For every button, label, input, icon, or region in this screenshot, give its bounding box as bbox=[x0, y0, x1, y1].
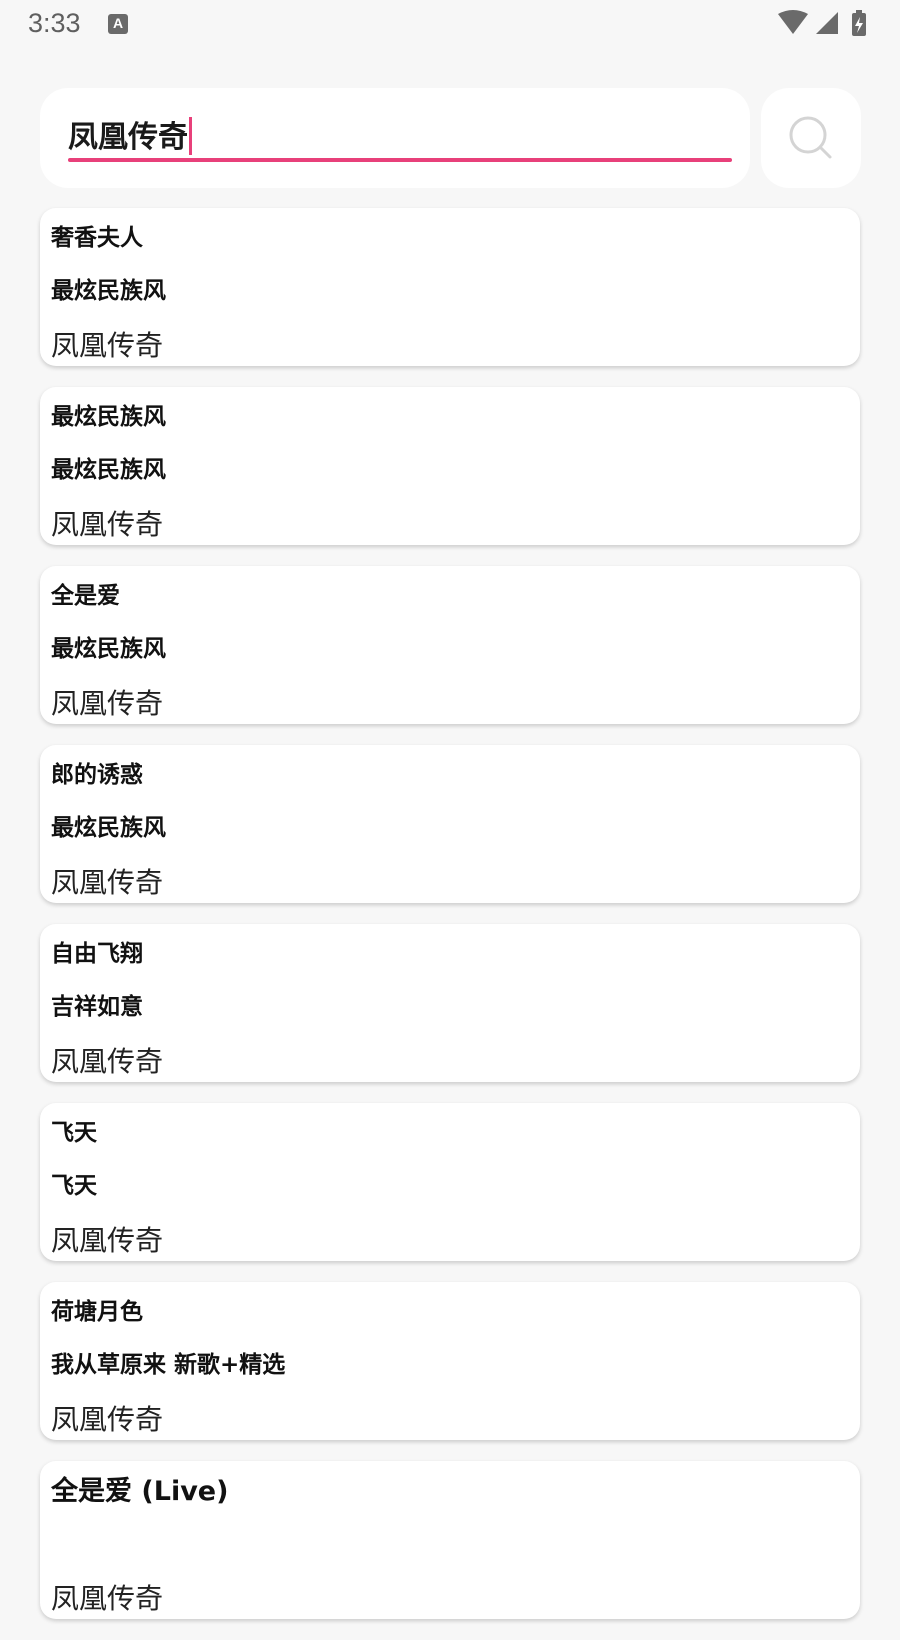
song-artist: 凤凰传奇 bbox=[51, 1045, 164, 1078]
song-result-card[interactable]: 全是爱 (Live) 凤凰传奇 bbox=[40, 1461, 860, 1619]
song-artist: 凤凰传奇 bbox=[51, 866, 164, 899]
song-title: 郎的诱惑 bbox=[51, 762, 143, 788]
song-artist: 凤凰传奇 bbox=[51, 1224, 164, 1257]
song-title: 全是爱 (Live) bbox=[51, 1476, 229, 1507]
song-title: 飞天 bbox=[51, 1120, 97, 1146]
song-artist: 凤凰传奇 bbox=[51, 1403, 164, 1436]
song-album: 吉祥如意 bbox=[51, 994, 143, 1020]
song-title: 最炫民族风 bbox=[51, 404, 166, 430]
search-input[interactable]: 凤凰传奇 bbox=[68, 112, 708, 155]
song-result-card[interactable]: 郎的诱惑 最炫民族风 凤凰传奇 bbox=[40, 745, 860, 903]
song-album: 最炫民族风 bbox=[51, 815, 166, 841]
song-album: 最炫民族风 bbox=[51, 278, 166, 304]
song-title: 荷塘月色 bbox=[51, 1299, 143, 1325]
song-title: 全是爱 bbox=[51, 583, 120, 609]
song-album: 最炫民族风 bbox=[51, 457, 166, 483]
song-album: 我从草原来 新歌+精选 bbox=[51, 1352, 286, 1378]
signal-icon bbox=[816, 12, 838, 34]
song-artist: 凤凰传奇 bbox=[51, 508, 164, 541]
search-input-underline bbox=[68, 158, 732, 162]
song-result-card[interactable]: 全是爱 最炫民族风 凤凰传奇 bbox=[40, 566, 860, 724]
keyboard-notification-icon: A bbox=[108, 14, 128, 34]
song-artist: 凤凰传奇 bbox=[51, 1582, 164, 1615]
search-box[interactable]: 凤凰传奇 bbox=[40, 88, 750, 188]
song-result-card[interactable]: 荷塘月色 我从草原来 新歌+精选 凤凰传奇 bbox=[40, 1282, 860, 1440]
search-results-list: 奢香夫人 最炫民族风 凤凰传奇 最炫民族风 最炫民族风 凤凰传奇 全是爱 最炫民… bbox=[40, 208, 860, 1640]
status-time: 3:33 bbox=[28, 8, 81, 38]
song-result-card[interactable]: 自由飞翔 吉祥如意 凤凰传奇 bbox=[40, 924, 860, 1082]
text-cursor bbox=[189, 117, 192, 155]
song-title: 奢香夫人 bbox=[51, 225, 143, 251]
status-icons bbox=[772, 10, 872, 38]
wifi-icon bbox=[778, 10, 808, 34]
search-icon bbox=[789, 116, 832, 159]
status-bar: 3:33 A bbox=[0, 0, 900, 48]
battery-charging-icon bbox=[852, 10, 866, 36]
song-album: 飞天 bbox=[51, 1173, 97, 1199]
song-result-card[interactable]: 最炫民族风 最炫民族风 凤凰传奇 bbox=[40, 387, 860, 545]
song-title: 自由飞翔 bbox=[51, 941, 143, 967]
song-result-card[interactable]: 奢香夫人 最炫民族风 凤凰传奇 bbox=[40, 208, 860, 366]
search-input-text: 凤凰传奇 bbox=[68, 120, 188, 155]
song-artist: 凤凰传奇 bbox=[51, 329, 164, 362]
search-button[interactable] bbox=[761, 88, 861, 188]
song-artist: 凤凰传奇 bbox=[51, 687, 164, 720]
song-result-card[interactable]: 飞天 飞天 凤凰传奇 bbox=[40, 1103, 860, 1261]
song-album: 最炫民族风 bbox=[51, 636, 166, 662]
